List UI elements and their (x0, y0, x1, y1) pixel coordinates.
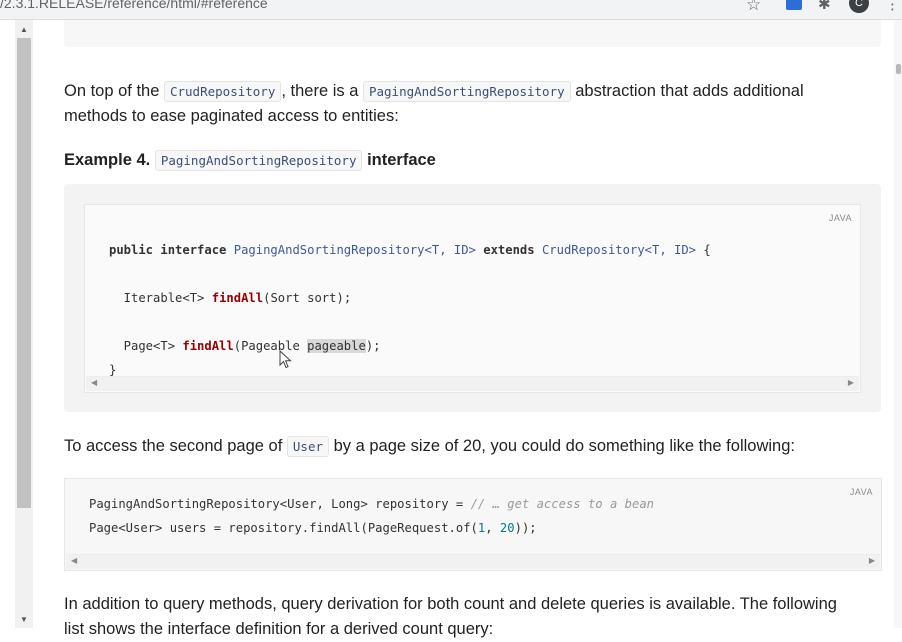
code-text: )); (514, 521, 537, 535)
code-listing-findall-usage: JAVA PagingAndSortingRepository<User, Lo… (64, 478, 882, 571)
code-line-2: Iterable<T> findAll(Sort sort); (109, 291, 352, 305)
scroll-up-arrow-icon[interactable]: ▲ (20, 25, 28, 34)
code-keyword: public interface (109, 243, 234, 257)
selected-text-highlight[interactable]: pageable (307, 339, 366, 353)
scroll-down-arrow-icon[interactable]: ▼ (20, 615, 28, 624)
address-bar[interactable]: /2.3.1.RELEASE/reference/html/#reference (0, 0, 268, 11)
paragraph-line: list shows the interface definition for … (64, 620, 494, 638)
puzzle-icon[interactable]: ✱ (818, 0, 831, 13)
code-number: 20 (499, 521, 515, 535)
paragraph-derived-queries: In addition to query methods, query deri… (64, 592, 879, 642)
profile-avatar[interactable]: C (849, 0, 869, 13)
sidebar-scroll-thumb[interactable] (17, 38, 31, 508)
example-title-suffix: interface (362, 151, 436, 169)
code-line-1: public interface PagingAndSortingReposit… (109, 243, 711, 257)
language-label: JAVA (849, 487, 873, 497)
kebab-menu-icon[interactable]: ⋮ (885, 0, 900, 13)
extension-icon[interactable] (786, 0, 802, 10)
example-block: JAVA public interface PagingAndSortingRe… (64, 184, 881, 412)
previous-example-block (64, 20, 881, 47)
code-text: } (109, 363, 117, 377)
paragraph-text: To access the second page of (64, 437, 287, 455)
code-text: Page<T> (109, 339, 183, 353)
browser-toolbar: /2.3.1.RELEASE/reference/html/#reference… (0, 0, 902, 20)
code-function: findAll (211, 291, 264, 305)
inline-code-user: User (286, 436, 330, 457)
paragraph-text: , there is a (281, 82, 363, 100)
code-type: CrudRepository<T, ID> (541, 243, 697, 257)
scroll-left-arrow-icon[interactable]: ◀ (71, 556, 77, 565)
code-keyword: extends (475, 243, 542, 257)
paragraph-text: by a page size of 20, you could do somet… (329, 437, 795, 455)
code-text: ); (365, 339, 381, 353)
code-line-2: Page<User> users = repository.findAll(Pa… (89, 521, 537, 535)
code-listing-paging-interface: JAVA public interface PagingAndSortingRe… (84, 204, 861, 393)
code-horizontal-scrollbar[interactable]: ◀ ▶ (86, 376, 859, 391)
code-punctuation: { (696, 243, 711, 257)
code-text: PagingAndSortingRepository<User, Long> r… (89, 497, 471, 511)
code-text: Iterable<T> (109, 291, 212, 305)
code-horizontal-scrollbar[interactable]: ◀ ▶ (66, 554, 880, 569)
code-line-4: } (109, 363, 116, 377)
example-label: Example 4. (64, 151, 155, 169)
scroll-right-arrow-icon[interactable]: ▶ (869, 556, 875, 565)
inline-code-crudrepository: CrudRepository (163, 81, 282, 102)
code-line-3: Page<T> findAll(Pageable pageable); (109, 339, 381, 353)
code-comment: // … get access to a bean (470, 497, 654, 511)
page-scroll-thumb[interactable] (896, 64, 901, 74)
scroll-left-arrow-icon[interactable]: ◀ (91, 378, 97, 387)
mouse-cursor-icon (279, 350, 292, 369)
page-scrollbar[interactable] (894, 20, 902, 628)
star-icon[interactable]: ☆ (746, 0, 761, 15)
example-title: Example 4. PagingAndSortingRepository in… (64, 148, 436, 173)
scroll-right-arrow-icon[interactable]: ▶ (848, 378, 854, 387)
code-line-1: PagingAndSortingRepository<User, Long> r… (89, 497, 654, 511)
paragraph-text: On top of the (64, 82, 164, 100)
code-text: Page<User> users = repository.findAll(Pa… (89, 521, 478, 535)
sidebar-scrollbar[interactable]: ▲ ▼ (15, 20, 33, 628)
code-function: findAll (182, 339, 234, 353)
paragraph-second-page: To access the second page of User by a p… (64, 434, 864, 459)
code-text: , (485, 521, 500, 535)
paragraph-paging-intro: On top of the CrudRepository, there is a… (64, 79, 864, 129)
language-label: JAVA (828, 213, 852, 223)
code-text: (Pageable (233, 339, 308, 353)
example-title-code: PagingAndSortingRepository (154, 150, 363, 171)
code-type: PagingAndSortingRepository<T, ID> (233, 243, 476, 257)
inline-code-pagingandsortingrepository: PagingAndSortingRepository (362, 81, 571, 102)
code-text: (Sort sort); (263, 291, 352, 305)
paragraph-line: In addition to query methods, query deri… (64, 595, 837, 613)
